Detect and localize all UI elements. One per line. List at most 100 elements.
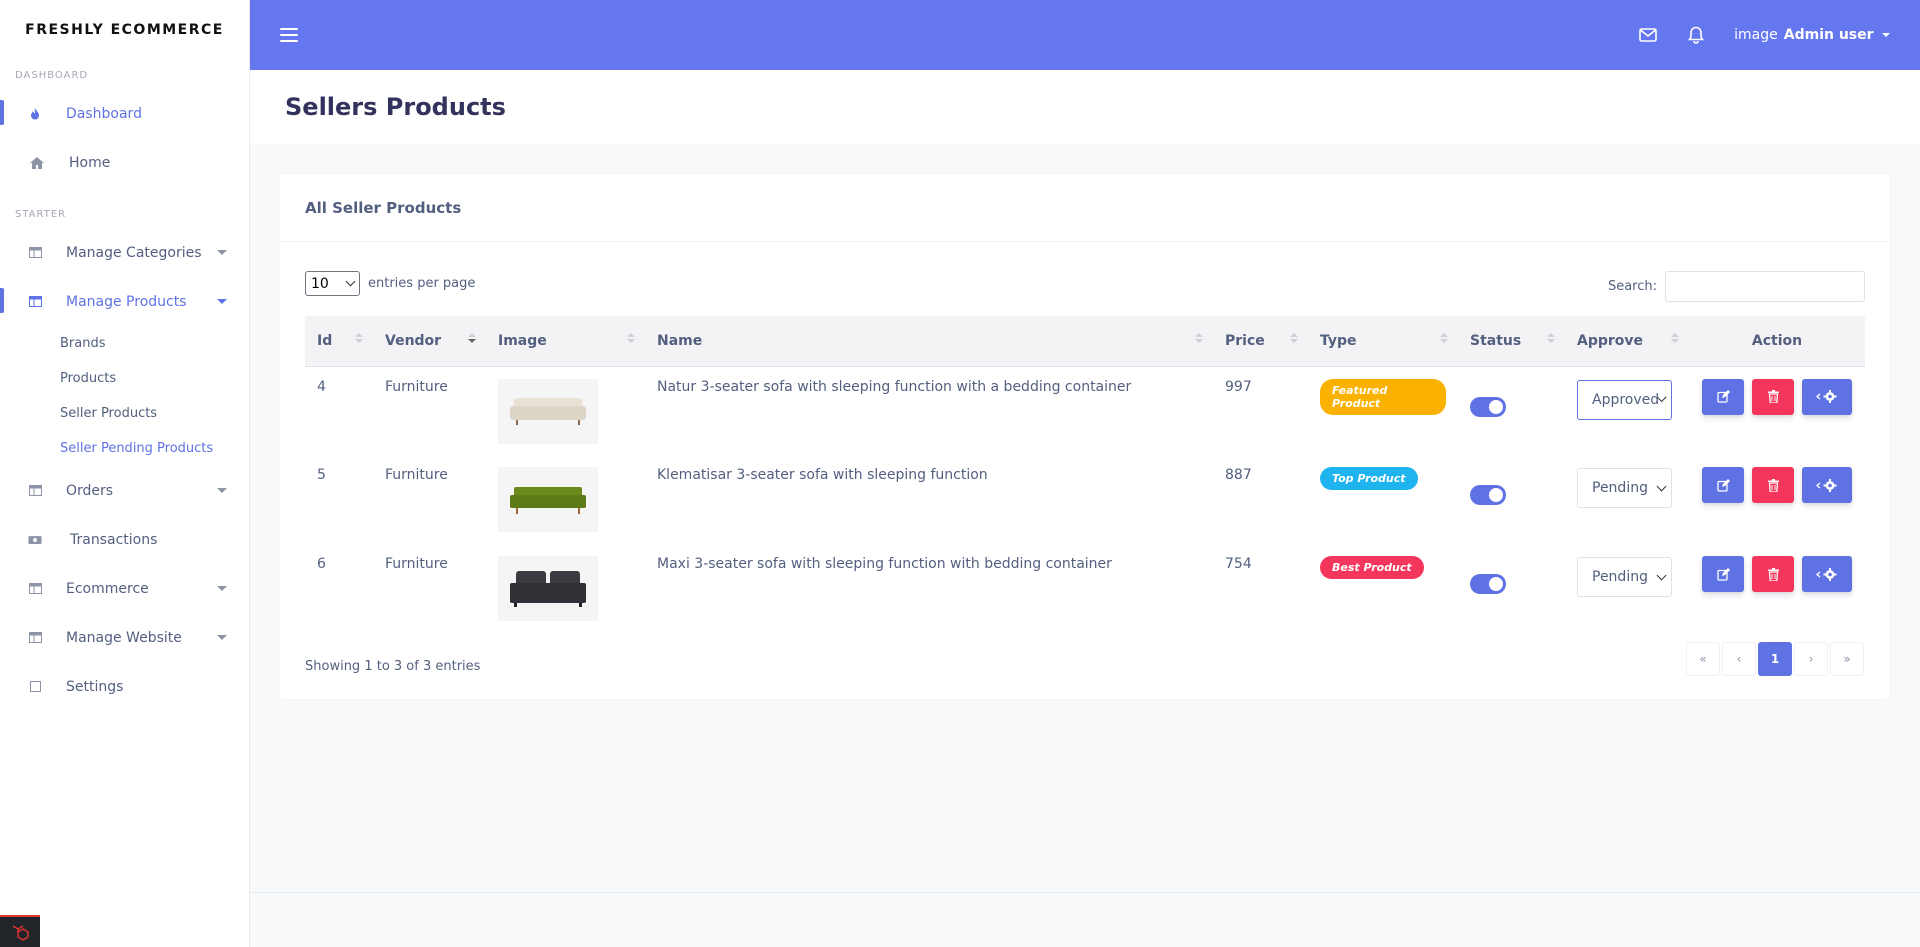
status-toggle[interactable] [1470, 396, 1506, 417]
sidebar-item-manage-products[interactable]: Manage Products [0, 277, 249, 326]
table-info: Showing 1 to 3 of 3 entries [305, 659, 481, 674]
column-header-vendor[interactable]: Vendor [373, 316, 486, 367]
column-header-approve[interactable]: Approve [1565, 316, 1689, 367]
sidebar-item-dashboard[interactable]: Dashboard [0, 89, 249, 138]
product-thumbnail [498, 378, 598, 444]
sidebar-item-orders[interactable]: Orders [0, 466, 249, 515]
cell-approve: Approved [1565, 366, 1689, 455]
edit-icon [1716, 478, 1730, 492]
submenu-item-brands[interactable]: Brands [60, 326, 249, 361]
gear-icon [1815, 478, 1837, 492]
user-menu-toggle[interactable]: Admin user [1784, 27, 1890, 43]
square-icon [28, 680, 42, 694]
cell-vendor: Furniture [385, 378, 448, 395]
edit-button[interactable] [1702, 378, 1744, 415]
sidebar-item-manage-website[interactable]: Manage Website [0, 613, 249, 662]
table-controls: 10 entries per page Search: [280, 242, 1890, 317]
chevron-down-icon [1656, 570, 1667, 580]
cell-status [1458, 544, 1565, 633]
settings-button[interactable] [1802, 467, 1852, 503]
type-badge: Top Product [1320, 467, 1418, 490]
table-row: 4 Furniture Natur 3-seater sofa with sle… [305, 366, 1865, 455]
column-header-image[interactable]: Image [486, 316, 645, 367]
edit-icon [1716, 390, 1730, 403]
table-icon [28, 246, 42, 260]
cell-id: 5 [317, 467, 326, 483]
approve-select[interactable]: Approved [1577, 379, 1672, 420]
page-prev-button[interactable]: ‹ [1722, 642, 1756, 676]
envelope-icon[interactable] [1638, 25, 1658, 45]
sidebar-item-home[interactable]: Home [0, 138, 249, 187]
approve-select[interactable]: Pending [1577, 468, 1672, 508]
sofa-image [510, 486, 586, 514]
table-header-row: Id Vendor Image Name Price Type Status A… [305, 316, 1865, 367]
column-header-type[interactable]: Type [1308, 316, 1458, 367]
product-thumbnail [498, 556, 598, 621]
card-header: All Seller Products [280, 174, 1890, 242]
delete-button[interactable] [1752, 378, 1794, 415]
cell-name: Maxi 3-seater sofa with sleeping functio… [657, 556, 1112, 572]
sidebar-item-manage-categories[interactable]: Manage Categories [0, 228, 249, 277]
cell-approve: Pending [1565, 455, 1689, 544]
submenu-item-seller-products[interactable]: Seller Products [60, 396, 249, 431]
page-first-button[interactable]: « [1686, 642, 1720, 676]
brand-logo-text[interactable]: FRESHLY ECOMMERCE [0, 0, 249, 60]
cell-approve: Pending [1565, 544, 1689, 633]
sidebar-item-ecommerce[interactable]: Ecommerce [0, 564, 249, 613]
approve-select[interactable]: Pending [1577, 557, 1672, 597]
status-toggle[interactable] [1470, 485, 1506, 505]
sidebar-item-label: Manage Categories [66, 244, 202, 261]
trash-icon [1767, 478, 1779, 492]
bell-icon[interactable] [1686, 25, 1706, 45]
column-header-id[interactable]: Id [305, 316, 373, 367]
trash-icon [1767, 390, 1779, 403]
chevron-down-icon [345, 276, 356, 287]
settings-button[interactable] [1802, 556, 1852, 592]
column-header-name[interactable]: Name [645, 316, 1213, 367]
submenu-item-products[interactable]: Products [60, 361, 249, 396]
laravel-debug-icon[interactable] [0, 915, 40, 947]
entries-per-page-value: 10 [311, 275, 329, 292]
menu-toggle-icon[interactable] [280, 28, 298, 42]
cell-price: 754 [1225, 556, 1252, 572]
status-toggle[interactable] [1470, 574, 1506, 594]
page-footer [250, 892, 1920, 947]
search-wrap: Search: [1608, 271, 1865, 302]
settings-button[interactable] [1802, 378, 1852, 415]
sidebar-item-settings[interactable]: Settings [0, 662, 249, 711]
search-input[interactable] [1665, 271, 1865, 302]
delete-button[interactable] [1752, 467, 1794, 503]
flame-icon [28, 107, 42, 121]
page-last-button[interactable]: » [1830, 642, 1864, 676]
delete-button[interactable] [1752, 556, 1794, 592]
cell-price: 997 [1225, 378, 1252, 395]
page-next-button[interactable]: › [1794, 642, 1828, 676]
nav-heading-starter: STARTER [15, 209, 67, 220]
sofa-image [510, 398, 586, 425]
submenu-item-seller-pending-products[interactable]: Seller Pending Products [60, 431, 249, 466]
product-thumbnail [498, 467, 598, 532]
home-icon [30, 156, 44, 170]
caret-down-icon [217, 488, 227, 493]
column-header-price[interactable]: Price [1213, 316, 1308, 367]
caret-down-icon [217, 299, 227, 304]
caret-down-icon [217, 586, 227, 591]
caret-down-icon [1882, 33, 1890, 37]
entries-per-page-select[interactable]: 10 [305, 271, 360, 296]
edit-button[interactable] [1702, 556, 1744, 592]
page-1-button[interactable]: 1 [1758, 642, 1792, 676]
column-header-status[interactable]: Status [1458, 316, 1565, 367]
sidebar-item-transactions[interactable]: Transactions [0, 515, 249, 564]
type-badge: Featured Product [1320, 378, 1446, 415]
edit-button[interactable] [1702, 467, 1744, 503]
sidebar-item-label: Settings [66, 678, 124, 695]
cell-type: Featured Product [1308, 366, 1458, 455]
sofa-image [510, 570, 586, 607]
caret-down-icon [217, 635, 227, 640]
avatar[interactable]: image [1734, 27, 1778, 43]
pagination: « ‹ 1 › » [1686, 642, 1864, 676]
cell-type: Best Product [1308, 544, 1458, 633]
cell-image [486, 366, 645, 455]
cell-action [1689, 455, 1865, 544]
table-icon [28, 295, 42, 309]
